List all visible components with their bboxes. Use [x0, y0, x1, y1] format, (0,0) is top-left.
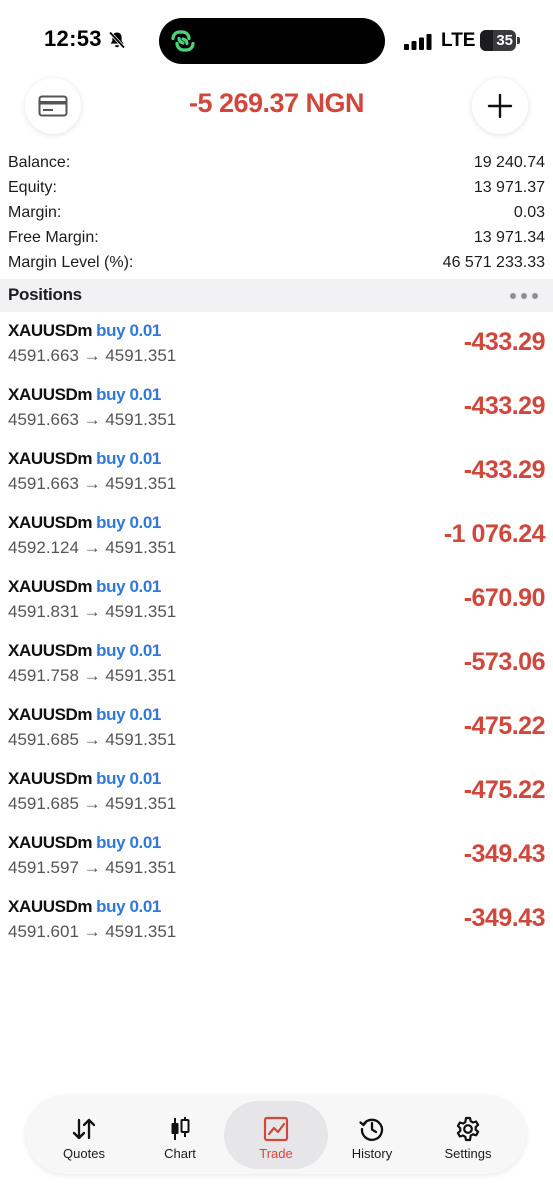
plus-icon: [487, 93, 513, 119]
bell-slash-icon: [108, 31, 126, 49]
dynamic-island: [159, 18, 385, 64]
position-side: buy 0.01: [96, 641, 161, 660]
position-profit: -573.06: [463, 648, 546, 676]
summary-value: 46 571 233.33: [442, 254, 545, 271]
summary-value: 13 971.37: [473, 179, 545, 196]
position-prices: 4591.663 → 4591.351: [8, 410, 177, 429]
position-prices: 4591.685 → 4591.351: [8, 794, 177, 813]
battery-cap: [517, 37, 520, 44]
position-side: buy 0.01: [96, 577, 161, 596]
battery-icon: 35: [480, 30, 516, 51]
app-link-icon: [171, 30, 195, 52]
position-row[interactable]: XAUUSDm buy 0.01 4591.663 → 4591.351 -433…: [0, 378, 553, 442]
position-symbol: XAUUSDm: [8, 641, 93, 660]
summary-value: 0.03: [513, 204, 545, 221]
position-side: buy 0.01: [96, 705, 161, 724]
tab-label: Settings: [444, 1146, 492, 1161]
position-profit: -433.29: [463, 328, 546, 356]
position-symbol: XAUUSDm: [8, 705, 93, 724]
position-profit: -670.90: [463, 584, 546, 612]
tab-settings[interactable]: Settings: [416, 1101, 520, 1169]
position-row[interactable]: XAUUSDm buy 0.01 4591.831 → 4591.351 -670…: [0, 570, 553, 634]
position-side: buy 0.01: [96, 833, 161, 852]
tab-label: Quotes: [63, 1146, 105, 1161]
position-profit: -433.29: [463, 456, 546, 484]
position-symbol: XAUUSDm: [8, 513, 93, 532]
tab-label: History: [351, 1146, 393, 1161]
summary-value: 19 240.74: [473, 154, 545, 171]
position-prices: 4591.685 → 4591.351: [8, 730, 177, 749]
positions-list: XAUUSDm buy 0.01 4591.663 → 4591.351 -433…: [0, 314, 553, 954]
position-symbol: XAUUSDm: [8, 833, 93, 852]
summary-row-balance: Balance: 19 240.74: [0, 150, 553, 175]
tab-label: Chart: [164, 1146, 196, 1161]
status-bar: 12:53 LTE 35: [0, 0, 553, 82]
position-row[interactable]: XAUUSDm buy 0.01 4591.663 → 4591.351 -433…: [0, 314, 553, 378]
summary-row-free-margin: Free Margin: 13 971.34: [0, 225, 553, 250]
position-symbol: XAUUSDm: [8, 385, 93, 404]
position-prices: 4592.124 → 4591.351: [8, 538, 177, 557]
gear-icon: [456, 1116, 480, 1142]
position-symbol: XAUUSDm: [8, 449, 93, 468]
position-row[interactable]: XAUUSDm buy 0.01 4592.124 → 4591.351 -1 0…: [0, 506, 553, 570]
network-type: LTE: [441, 30, 476, 51]
more-options-icon[interactable]: [509, 292, 539, 300]
tab-label: Trade: [259, 1146, 293, 1161]
position-profit: -475.22: [463, 776, 546, 804]
tab-history[interactable]: History: [320, 1101, 424, 1169]
position-row[interactable]: XAUUSDm buy 0.01 4591.597 → 4591.351 -349…: [0, 826, 553, 890]
position-symbol: XAUUSDm: [8, 321, 93, 340]
bottom-tab-bar: Quotes Chart Trade History Settings: [26, 1096, 526, 1174]
position-profit: -1 076.24: [443, 520, 546, 548]
trade-chart-icon: [263, 1116, 289, 1142]
summary-label: Margin:: [8, 204, 62, 221]
position-symbol: XAUUSDm: [8, 769, 93, 788]
quotes-arrows-icon: [72, 1118, 96, 1140]
position-symbol: XAUUSDm: [8, 897, 93, 916]
summary-label: Free Margin:: [8, 229, 99, 246]
position-profit: -475.22: [463, 712, 546, 740]
position-symbol: XAUUSDm: [8, 577, 93, 596]
battery-level: 35: [496, 32, 513, 49]
position-side: buy 0.01: [96, 897, 161, 916]
position-row[interactable]: XAUUSDm buy 0.01 4591.758 → 4591.351 -573…: [0, 634, 553, 698]
positions-title: Positions: [8, 285, 82, 304]
summary-value: 13 971.34: [473, 229, 545, 246]
position-row[interactable]: XAUUSDm buy 0.01 4591.685 → 4591.351 -475…: [0, 698, 553, 762]
summary-row-margin-level: Margin Level (%): 46 571 233.33: [0, 250, 553, 275]
candlestick-icon: [171, 1117, 190, 1140]
summary-row-margin: Margin: 0.03: [0, 200, 553, 225]
status-time: 12:53: [44, 26, 102, 51]
summary-label: Margin Level (%):: [8, 254, 134, 271]
tab-trade[interactable]: Trade: [224, 1101, 328, 1169]
position-side: buy 0.01: [96, 321, 161, 340]
tab-quotes[interactable]: Quotes: [32, 1101, 136, 1169]
new-order-button[interactable]: [472, 78, 528, 134]
positions-section-header: Positions: [0, 279, 553, 312]
position-profit: -349.43: [463, 904, 546, 932]
position-prices: 4591.663 → 4591.351: [8, 346, 177, 365]
position-row[interactable]: XAUUSDm buy 0.01 4591.685 → 4591.351 -475…: [0, 762, 553, 826]
history-clock-icon: [359, 1118, 384, 1141]
summary-label: Equity:: [8, 179, 57, 196]
position-prices: 4591.663 → 4591.351: [8, 474, 177, 493]
tab-chart[interactable]: Chart: [128, 1101, 232, 1169]
position-side: buy 0.01: [96, 385, 161, 404]
position-prices: 4591.597 → 4591.351: [8, 858, 177, 877]
position-side: buy 0.01: [96, 769, 161, 788]
position-side: buy 0.01: [96, 513, 161, 532]
position-row[interactable]: XAUUSDm buy 0.01 4591.601 → 4591.351 -349…: [0, 890, 553, 954]
position-side: buy 0.01: [96, 449, 161, 468]
cellular-signal-icon: [404, 34, 432, 50]
total-profit: -5 269.37 NGN: [188, 88, 365, 118]
position-prices: 4591.601 → 4591.351: [8, 922, 177, 941]
position-prices: 4591.758 → 4591.351: [8, 666, 177, 685]
position-profit: -349.43: [463, 840, 546, 868]
summary-label: Balance:: [8, 154, 71, 171]
summary-row-equity: Equity: 13 971.37: [0, 175, 553, 200]
account-summary: Balance: 19 240.74 Equity: 13 971.37 Mar…: [0, 150, 553, 275]
position-profit: -433.29: [463, 392, 546, 420]
position-row[interactable]: XAUUSDm buy 0.01 4591.663 → 4591.351 -433…: [0, 442, 553, 506]
position-prices: 4591.831 → 4591.351: [8, 602, 177, 621]
